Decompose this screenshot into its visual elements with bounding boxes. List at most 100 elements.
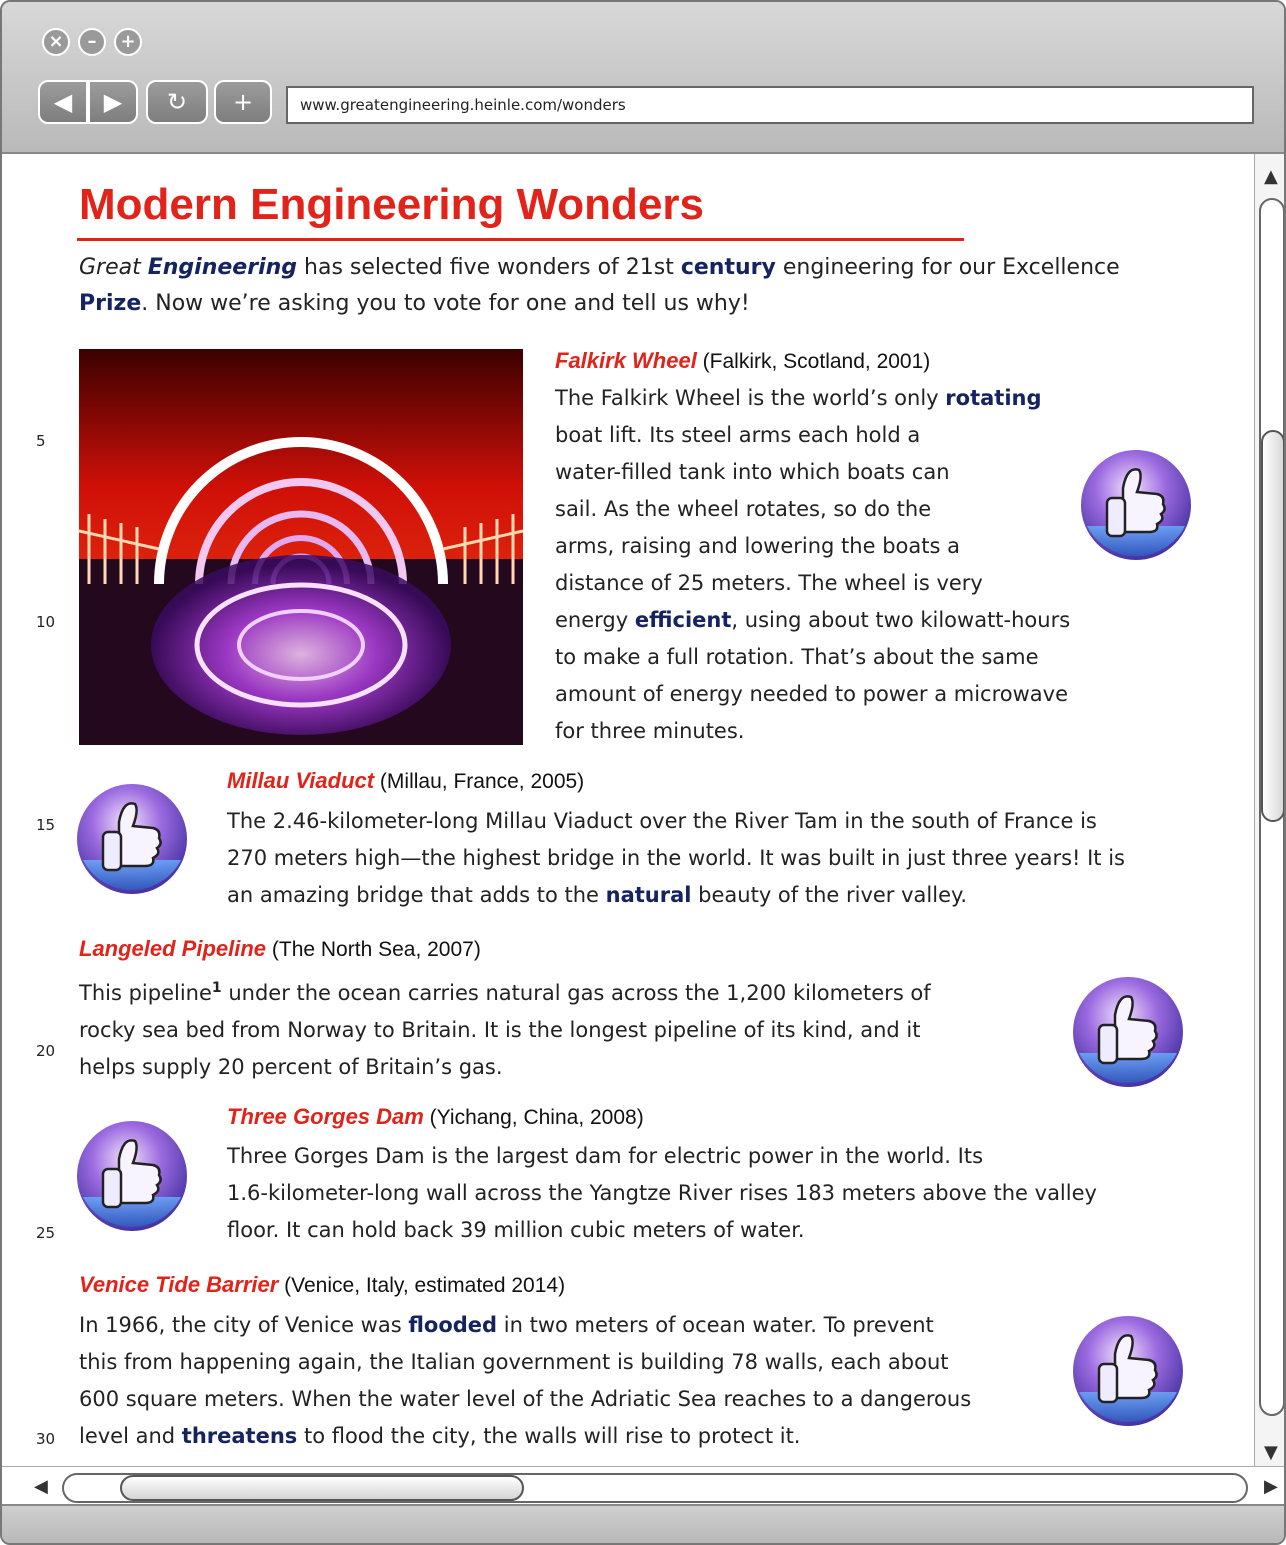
text-line: water-filled tank into which boats can: [555, 454, 1070, 491]
text-run: water-filled tank into which boats can: [555, 460, 950, 484]
section-body-three-gorges-dam: Three Gorges Dam is the largest dam for …: [227, 1138, 1097, 1249]
section-meta: (Yichang, China, 2008): [423, 1106, 644, 1129]
text-line: to make a full rotation. That’s about th…: [555, 639, 1070, 676]
text-line: distance of 25 meters. The wheel is very: [555, 565, 1070, 602]
scroll-down-arrow-icon[interactable]: ▼: [1264, 1442, 1278, 1463]
page-title: Modern Engineering Wonders: [79, 180, 705, 229]
new-tab-button[interactable]: +: [214, 80, 272, 124]
text-run: level and: [79, 1424, 182, 1448]
text-line: boat lift. Its steel arms each hold a: [555, 417, 1070, 454]
text-line: an amazing bridge that adds to the natur…: [227, 877, 1125, 914]
section-name: Millau Viaduct: [227, 768, 375, 793]
thumbs-up-icon[interactable]: [75, 782, 189, 896]
text-run: this from happening again, the Italian g…: [79, 1350, 949, 1374]
url-text: www.greatengineering.heinle.com/wonders: [300, 96, 626, 114]
text-run: energy: [555, 608, 635, 632]
zoom-window-button[interactable]: +: [114, 28, 142, 56]
section-heading-venice-tide-barrier: Venice Tide Barrier (Venice, Italy, esti…: [79, 1272, 565, 1298]
text-line: arms, raising and lowering the boats a: [555, 528, 1070, 565]
text-run: arms, raising and lowering the boats a: [555, 534, 960, 558]
section-name: Langeled Pipeline: [79, 936, 267, 961]
vertical-scrollbar[interactable]: ▲ ▼: [1254, 154, 1284, 1466]
text-line: Three Gorges Dam is the largest dam for …: [227, 1138, 1097, 1175]
falkirk-wheel-photo: [79, 349, 523, 745]
scroll-up-arrow-icon[interactable]: ▲: [1264, 166, 1278, 187]
text-line: amount of energy needed to power a micro…: [555, 676, 1070, 713]
thumbs-up-icon[interactable]: [1079, 448, 1193, 562]
text-run: 270 meters high—the highest bridge in th…: [227, 846, 1125, 870]
back-arrow-icon: ◀: [53, 88, 73, 116]
section-name: Venice Tide Barrier: [79, 1272, 279, 1297]
section-name: Three Gorges Dam: [227, 1104, 424, 1129]
text-run: to make a full rotation. That’s about th…: [555, 645, 1039, 669]
horizontal-scroll-thumb[interactable]: [120, 1475, 524, 1501]
text-run: amount of energy needed to power a micro…: [555, 682, 1069, 706]
line-number: 30: [36, 1430, 56, 1448]
section-body-langeled-pipeline: This pipeline1 under the ocean carries n…: [79, 970, 931, 1086]
text-run: an amazing bridge that adds to the: [227, 883, 606, 907]
keyword: rotating: [945, 386, 1042, 410]
text-run: 1.6-kilometer-long wall across the Yangt…: [227, 1181, 1097, 1205]
browser-window: × – + ◀ ▶ ↻ + www.greatengineering.heinl…: [0, 0, 1286, 1545]
reload-button[interactable]: ↻: [146, 80, 208, 124]
section-heading-millau-viaduct: Millau Viaduct (Millau, France, 2005): [227, 768, 584, 794]
section-heading-langeled-pipeline: Langeled Pipeline (The North Sea, 2007): [79, 936, 481, 962]
back-button[interactable]: ◀: [38, 80, 88, 124]
line-number: 25: [36, 1224, 56, 1242]
text-run: sail. As the wheel rotates, so do the: [555, 497, 932, 521]
forward-arrow-icon: ▶: [103, 88, 123, 116]
text-run: distance of 25 meters. The wheel is very: [555, 571, 983, 595]
line-number: 20: [36, 1042, 56, 1060]
browser-toolbar: × – + ◀ ▶ ↻ + www.greatengineering.heinl…: [2, 2, 1284, 154]
text-line: helps supply 20 percent of Britain’s gas…: [79, 1049, 931, 1086]
intro-text: has selected five wonders of 21st: [297, 255, 681, 280]
text-run: to flood the city, the walls will rise t…: [297, 1424, 801, 1448]
text-run: In 1966, the city of Venice was: [79, 1313, 409, 1337]
text-line: 600 square meters. When the water level …: [79, 1381, 971, 1418]
text-line: This pipeline1 under the ocean carries n…: [79, 970, 931, 1012]
text-line: sail. As the wheel rotates, so do the: [555, 491, 1070, 528]
intro-text: . Now we’re asking you to vote for one a…: [141, 291, 750, 316]
text-line: In 1966, the city of Venice was flooded …: [79, 1307, 971, 1344]
text-line: The 2.46-kilometer-long Millau Viaduct o…: [227, 803, 1125, 840]
horizontal-scrollbar[interactable]: ◀ ▶: [2, 1466, 1284, 1505]
thumbs-up-icon[interactable]: [1071, 1314, 1185, 1428]
keyword: Engineering: [147, 255, 298, 280]
text-run: The Falkirk Wheel is the world’s only: [555, 386, 946, 410]
keyword: natural: [605, 883, 692, 907]
address-bar[interactable]: www.greatengineering.heinle.com/wonders: [286, 86, 1254, 124]
text-run: helps supply 20 percent of Britain’s gas…: [79, 1055, 503, 1079]
forward-button[interactable]: ▶: [88, 80, 138, 124]
footnote-marker: 1: [211, 980, 222, 996]
section-heading-falkirk-wheel: Falkirk Wheel (Falkirk, Scotland, 2001): [555, 348, 930, 374]
text-run: floor. It can hold back 39 million cubic…: [227, 1218, 805, 1242]
scroll-right-arrow-icon[interactable]: ▶: [1264, 1476, 1278, 1497]
thumbs-up-icon[interactable]: [1071, 975, 1185, 1089]
section-body-venice-tide-barrier: In 1966, the city of Venice was flooded …: [79, 1307, 971, 1455]
line-number: 10: [36, 613, 56, 631]
text-run: The 2.46-kilometer-long Millau Viaduct o…: [227, 809, 1097, 833]
minimize-window-button[interactable]: –: [78, 28, 106, 56]
text-line: The Falkirk Wheel is the world’s only ro…: [555, 380, 1070, 417]
text-line: 270 meters high—the highest bridge in th…: [227, 840, 1125, 877]
vertical-scroll-thumb[interactable]: [1261, 430, 1284, 822]
text-line: level and threatens to flood the city, t…: [79, 1418, 971, 1455]
scroll-left-arrow-icon[interactable]: ◀: [34, 1476, 48, 1497]
intro-text: Great: [79, 255, 148, 280]
keyword: Prize: [79, 291, 142, 316]
text-run: beauty of the river valley.: [691, 883, 968, 907]
text-line: this from happening again, the Italian g…: [79, 1344, 971, 1381]
text-run: under the ocean carries natural gas acro…: [221, 981, 931, 1005]
line-number: 5: [36, 432, 46, 450]
text-run: This pipeline: [79, 981, 212, 1005]
text-run: in two meters of ocean water. To prevent: [497, 1313, 934, 1337]
section-heading-three-gorges-dam: Three Gorges Dam (Yichang, China, 2008): [227, 1104, 644, 1130]
thumbs-up-icon[interactable]: [75, 1119, 189, 1233]
status-bar: [2, 1504, 1284, 1543]
plus-icon: +: [232, 88, 254, 116]
section-meta: (Falkirk, Scotland, 2001): [696, 350, 931, 373]
text-run: , using about two kilowatt-hours: [731, 608, 1071, 632]
keyword: flooded: [408, 1313, 498, 1337]
close-window-button[interactable]: ×: [42, 28, 70, 56]
line-number: 15: [36, 816, 56, 834]
